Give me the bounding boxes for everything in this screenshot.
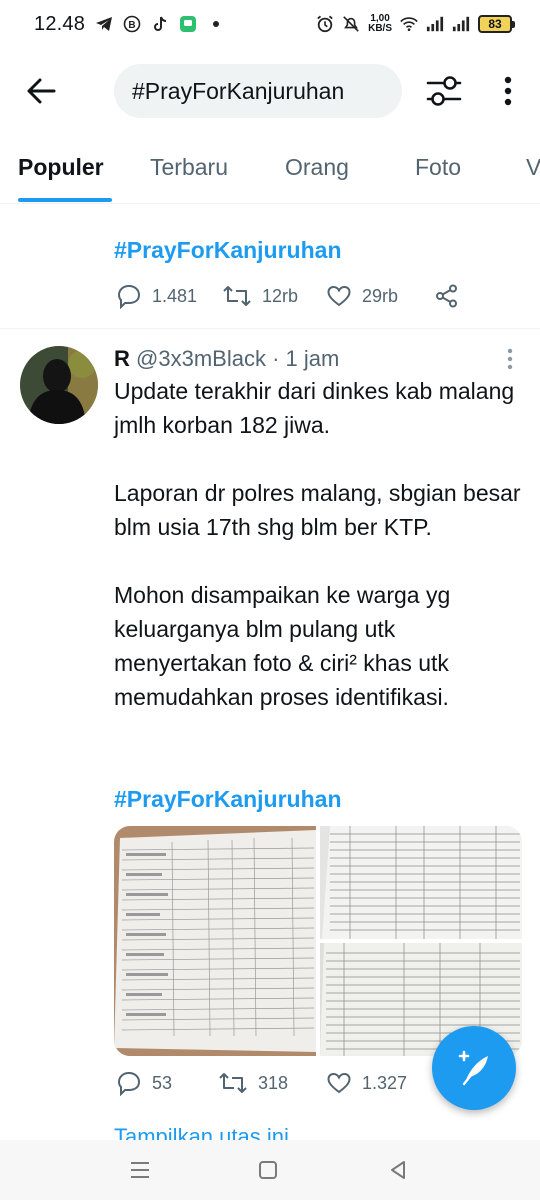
menu-lines-icon: [131, 1162, 149, 1178]
compose-tweet-button[interactable]: [432, 1026, 516, 1110]
retweet-icon: [223, 286, 251, 306]
chat-app-icon: [179, 15, 197, 33]
more-vertical-icon: [504, 76, 512, 106]
status-time: 12.48: [34, 12, 86, 35]
retweet-button[interactable]: 12rb: [222, 283, 326, 309]
tweet-paragraph: Mohon disampaikan ke warga yg keluargany…: [114, 582, 451, 710]
wifi-icon: [400, 15, 418, 33]
avatar[interactable]: [20, 346, 98, 424]
author-handle[interactable]: @3x3mBlack: [136, 346, 266, 371]
tweet-header: R @3x3mBlack · 1 jam: [114, 346, 339, 372]
tweet-menu-button[interactable]: [498, 346, 522, 372]
search-header: #PrayForKanjuruhan: [0, 60, 540, 122]
retweet-button[interactable]: 318: [218, 1070, 326, 1096]
more-vertical-icon: [507, 348, 513, 370]
retweet-icon: [219, 1073, 247, 1093]
back-triangle-icon: [391, 1161, 405, 1179]
meta-separator: ·: [272, 346, 280, 371]
home-button[interactable]: [250, 1154, 286, 1186]
tweet-action-row: 53 318 1.327: [116, 1070, 436, 1096]
tweet-paragraph: Update terakhir dari dinkes kab malang j…: [114, 378, 515, 438]
search-filter-button[interactable]: [424, 72, 464, 110]
reply-count: 1.481: [152, 285, 198, 306]
battery-indicator: 83: [478, 15, 515, 33]
sliders-icon: [426, 76, 462, 106]
active-tab-indicator: [18, 198, 112, 202]
more-options-button[interactable]: [496, 72, 520, 110]
author-name[interactable]: R: [114, 346, 130, 371]
home-square-icon: [259, 1161, 277, 1179]
trend-hashtag[interactable]: #PrayForKanjuruhan: [114, 237, 342, 264]
signal-2-icon: [452, 15, 470, 33]
retweet-count: 318: [258, 1072, 289, 1093]
b-badge-icon: B: [123, 15, 141, 33]
arrow-left-icon: [27, 78, 56, 104]
search-input[interactable]: #PrayForKanjuruhan: [114, 64, 402, 118]
back-button[interactable]: [24, 74, 58, 108]
reply-button[interactable]: 1.481: [116, 283, 222, 309]
tiktok-icon: [151, 15, 169, 33]
search-tabs: Populer Terbaru Orang Foto V: [0, 138, 540, 204]
reply-button[interactable]: 53: [116, 1070, 218, 1096]
feather-plus-icon: [458, 1050, 488, 1086]
signal-1-icon: [426, 15, 444, 33]
system-nav-bar: [0, 1140, 540, 1200]
mute-icon: [342, 15, 360, 33]
like-count: 29rb: [362, 285, 399, 306]
trend-action-row: 1.481 12rb 29rb: [116, 283, 460, 309]
share-button[interactable]: [434, 283, 460, 309]
media-grid: [114, 826, 522, 1056]
tab-terbaru[interactable]: Terbaru: [150, 154, 228, 181]
status-right: 1,00 KB/S 83: [316, 14, 515, 34]
status-bar: 12.48 B 1,00 KB/S 83: [0, 0, 540, 48]
previous-tweet[interactable]: #PrayForKanjuruhan 1.481 12rb 29rb: [0, 205, 540, 329]
tweet-paragraph: Laporan dr polres malang, sbgian besar b…: [114, 480, 521, 540]
share-icon: [436, 284, 457, 308]
media-photo-2[interactable]: [320, 826, 522, 939]
net-speed: 1,00 KB/S: [368, 14, 392, 34]
recents-button[interactable]: [122, 1154, 158, 1186]
reply-count: 53: [152, 1072, 173, 1093]
tweet-hashtag[interactable]: #PrayForKanjuruhan: [114, 786, 342, 813]
tweet[interactable]: R @3x3mBlack · 1 jam Update terakhir dar…: [0, 330, 540, 1150]
heart-icon: [327, 1072, 351, 1094]
svg-text:B: B: [128, 20, 135, 31]
status-left: 12.48 B: [34, 13, 225, 36]
like-button[interactable]: 1.327: [326, 1070, 436, 1096]
like-count: 1.327: [362, 1072, 408, 1093]
net-speed-unit: KB/S: [368, 23, 392, 34]
telegram-icon: [95, 15, 113, 33]
chat-bubble-icon: [117, 1071, 141, 1096]
notification-dot-icon: [207, 15, 225, 33]
tab-orang[interactable]: Orang: [285, 154, 349, 181]
chat-bubble-icon: [117, 284, 141, 309]
tweet-time[interactable]: 1 jam: [286, 346, 340, 371]
tab-foto[interactable]: Foto: [415, 154, 461, 181]
like-button[interactable]: 29rb: [326, 283, 434, 309]
tab-populer[interactable]: Populer: [18, 154, 104, 181]
media-photo-1[interactable]: [114, 826, 316, 1056]
retweet-count: 12rb: [262, 285, 299, 306]
back-nav-button[interactable]: [380, 1154, 416, 1186]
tab-video[interactable]: V: [526, 154, 540, 181]
alarm-icon: [316, 15, 334, 33]
heart-icon: [327, 285, 351, 307]
tweet-text: Update terakhir dari dinkes kab malang j…: [114, 374, 524, 748]
